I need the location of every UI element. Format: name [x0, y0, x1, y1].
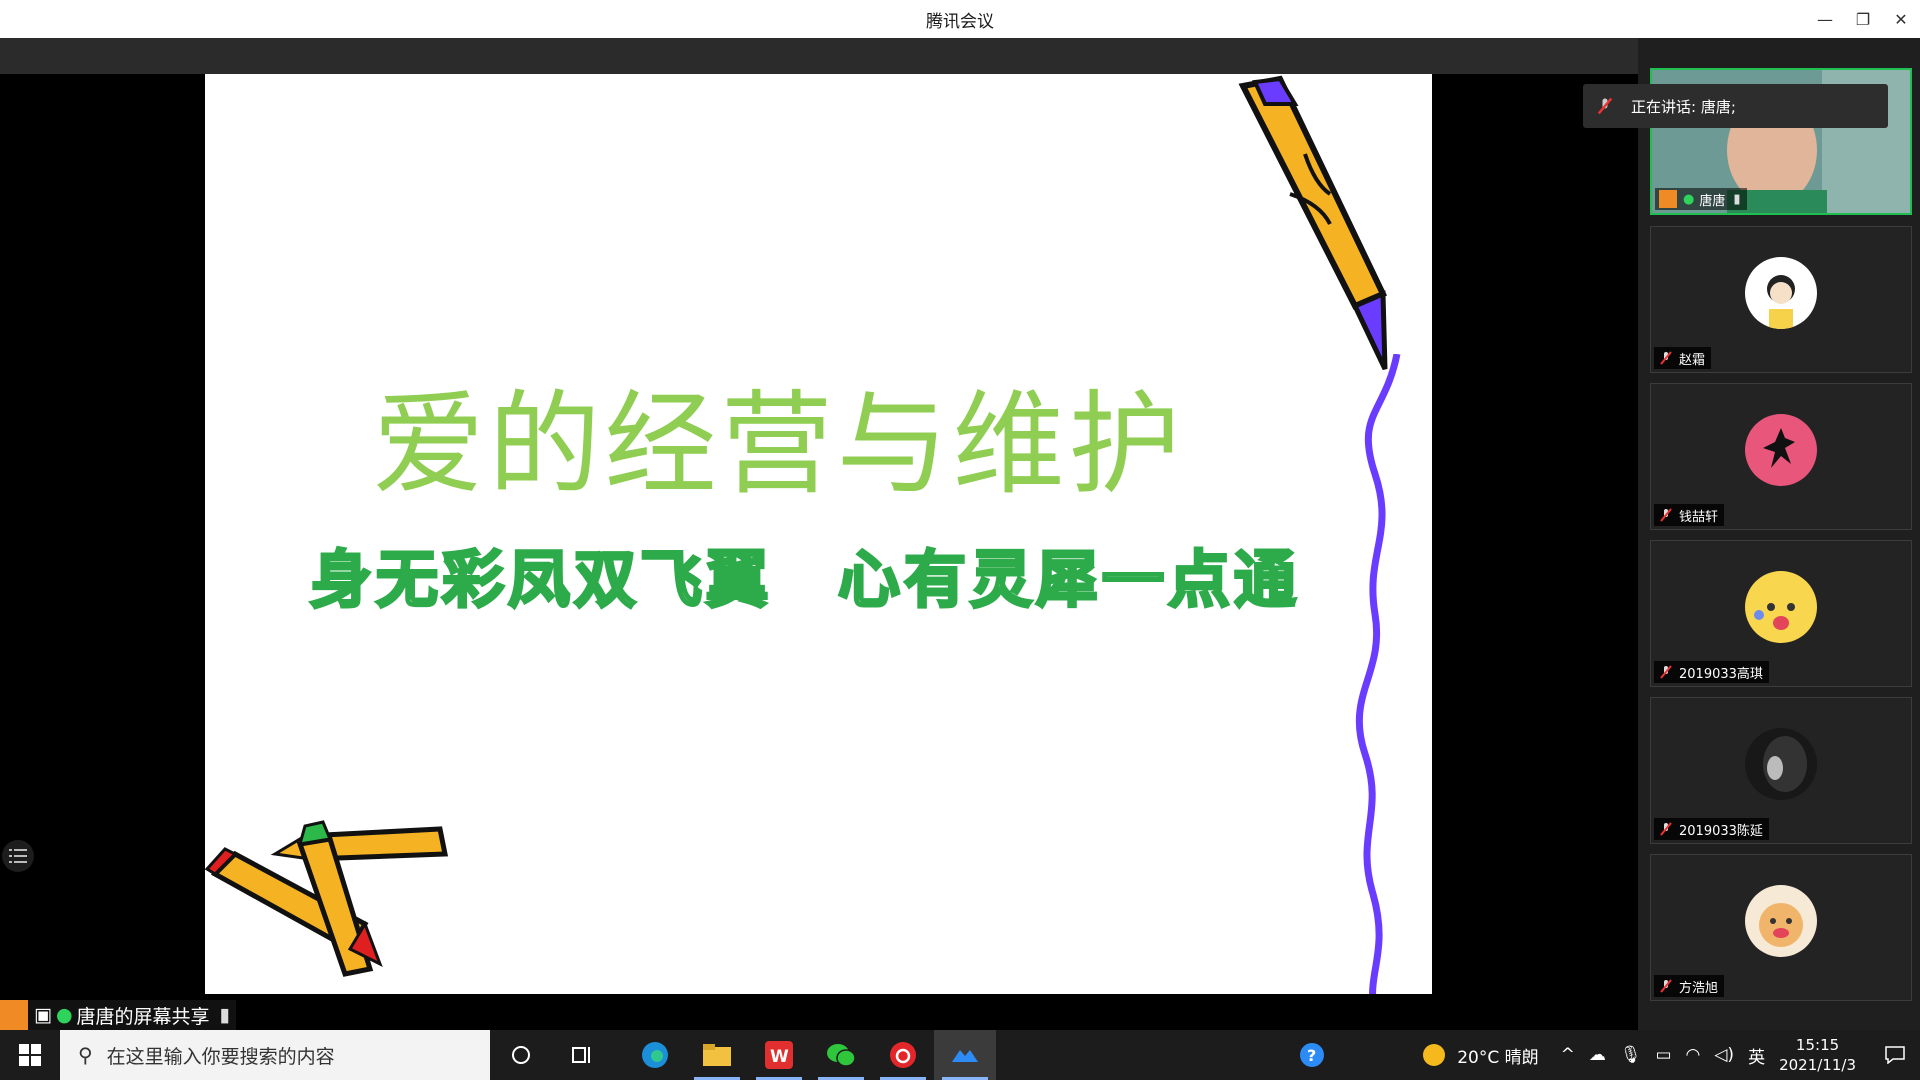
help-button[interactable]: ? [1281, 1030, 1343, 1080]
clock-date: 2021/11/3 [1779, 1056, 1856, 1074]
avatar [1745, 728, 1817, 800]
slide-title: 爱的经营与维护 [372, 380, 1185, 510]
participant-name-tag: 赵霜 [1654, 347, 1712, 369]
signal-icon: ▮ [1733, 191, 1741, 207]
system-tray: ? 20°C 晴朗 ^ ☁ 🎙 ▭ ◠ ◁) 英 15:15 2021/11/3 [1281, 1030, 1920, 1080]
slide-subtitle: 身无彩凤双飞翼 心有灵犀一点通 [309, 542, 1301, 618]
list-menu-button[interactable] [2, 840, 34, 872]
battery-icon[interactable]: ▭ [1655, 1045, 1671, 1065]
svg-text:?: ? [1307, 1046, 1316, 1065]
microphone-icon: 🎙 [1619, 1045, 1642, 1065]
circle-icon [512, 1046, 530, 1064]
participant-name-tag: ● 唐唐 ▮ [1655, 188, 1747, 210]
restore-button[interactable]: ❐ [1844, 0, 1882, 38]
speaking-indicator: 正在讲话: 唐唐; [1583, 84, 1888, 128]
search-icon: ⚲ [78, 1043, 93, 1067]
cortana-button[interactable] [490, 1030, 552, 1080]
wps-office-button[interactable]: W [748, 1030, 810, 1080]
sun-icon [1423, 1044, 1446, 1066]
avatar [1745, 257, 1817, 329]
participant-name: 钱喆轩 [1679, 509, 1719, 525]
participant-name-tag: 2019033陈延 [1654, 818, 1769, 840]
list-icon [9, 849, 27, 863]
shared-slide: 爱的经营与维护 身无彩凤双飞翼 心有灵犀一点通 [205, 74, 1432, 994]
notification-icon [1885, 1046, 1905, 1064]
crossed-pencils-illustration [205, 820, 449, 977]
cloud-icon: ☁ [1588, 1045, 1606, 1065]
share-icon: ▣ [34, 1004, 52, 1026]
avatar [1745, 885, 1817, 957]
participant-name: 2019033陈延 [1679, 823, 1763, 839]
chevron-up-icon[interactable]: ^ [1561, 1045, 1575, 1065]
pencil-illustration [1238, 75, 1388, 371]
taskbar-search-box[interactable]: ⚲ 在这里输入你要搜索的内容 [60, 1030, 490, 1080]
clock[interactable]: 15:15 2021/11/3 [1779, 1035, 1856, 1075]
meeting-icon [952, 1050, 978, 1062]
title-bar: 腾讯会议 — ❐ ✕ [0, 0, 1920, 38]
file-explorer-button[interactable] [686, 1030, 748, 1080]
ime-indicator[interactable]: 英 [1748, 1043, 1765, 1068]
windows-taskbar: ⚲ 在这里输入你要搜索的内容 W ? 20°C 晴朗 ^ ☁ 🎙 ▭ ◠ ◁) … [0, 1030, 1920, 1080]
mic-on-icon: ● [1683, 191, 1695, 207]
clock-time: 15:15 [1795, 1036, 1840, 1054]
participant-name: 唐唐 [1699, 193, 1726, 209]
wifi-icon[interactable]: ◠ [1686, 1045, 1701, 1065]
participant-name-tag: 方浩旭 [1654, 975, 1725, 997]
host-icon [0, 1000, 28, 1030]
avatar [1745, 414, 1817, 486]
participant-tile[interactable]: 钱喆轩 [1650, 383, 1912, 530]
mic-muted-icon [1660, 508, 1672, 522]
mic-muted-icon [1660, 979, 1672, 993]
minimize-button[interactable]: — [1806, 0, 1844, 38]
screen-share-bar[interactable]: ▣ ● 唐唐的屏幕共享 ▮ [0, 1000, 237, 1030]
participant-tile[interactable]: 2019033陈延 [1650, 697, 1912, 844]
participant-name-tag: 2019033高琪 [1654, 661, 1769, 683]
participant-name: 方浩旭 [1679, 980, 1719, 996]
participant-name: 2019033高琪 [1679, 666, 1763, 682]
svg-text:W: W [770, 1047, 789, 1067]
participant-tile[interactable]: 方浩旭 [1650, 854, 1912, 1001]
wps-icon: W [765, 1041, 793, 1069]
window-title: 腾讯会议 [926, 11, 994, 32]
close-button[interactable]: ✕ [1882, 0, 1920, 38]
mic-muted-icon [1660, 665, 1672, 679]
speaking-text: 正在讲话: 唐唐; [1631, 97, 1736, 116]
netease-music-button[interactable] [872, 1030, 934, 1080]
share-label: 唐唐的屏幕共享 [76, 1005, 210, 1028]
participant-name-tag: 钱喆轩 [1654, 504, 1725, 526]
mic-on-icon: ● [55, 1004, 73, 1026]
mic-muted-icon [1597, 97, 1613, 115]
tencent-meeting-button[interactable] [934, 1030, 996, 1080]
wechat-icon [827, 1044, 856, 1067]
mic-muted-icon [1660, 822, 1672, 836]
edge-icon [642, 1042, 668, 1068]
task-view-icon [572, 1047, 590, 1063]
participant-gallery[interactable]: ● 唐唐 ▮ 赵霜 钱喆轩 2019033高琪 2019033陈延 方浩旭 [1638, 38, 1920, 1030]
wechat-button[interactable] [810, 1030, 872, 1080]
music-icon [890, 1042, 916, 1068]
participant-name: 赵霜 [1679, 352, 1706, 368]
start-button[interactable] [0, 1030, 60, 1080]
window-controls: — ❐ ✕ [1806, 0, 1920, 38]
notification-button[interactable] [1870, 1030, 1920, 1080]
folder-icon [703, 1044, 731, 1066]
participant-tile[interactable]: 赵霜 [1650, 226, 1912, 373]
volume-icon[interactable]: ◁) [1714, 1045, 1734, 1065]
search-placeholder: 在这里输入你要搜索的内容 [106, 1045, 335, 1068]
edge-browser-button[interactable] [624, 1030, 686, 1080]
weather-text[interactable]: 20°C 晴朗 [1457, 1043, 1538, 1068]
windows-logo-icon [19, 1044, 41, 1066]
host-icon [1659, 190, 1677, 208]
toolbar-strip [0, 38, 1638, 74]
task-view-button[interactable] [552, 1030, 614, 1080]
mic-muted-icon [1660, 351, 1672, 365]
avatar [1745, 571, 1817, 643]
help-icon: ? [1300, 1043, 1325, 1067]
signal-icon: ▮ [219, 1004, 231, 1026]
participant-tile[interactable]: 2019033高琪 [1650, 540, 1912, 687]
